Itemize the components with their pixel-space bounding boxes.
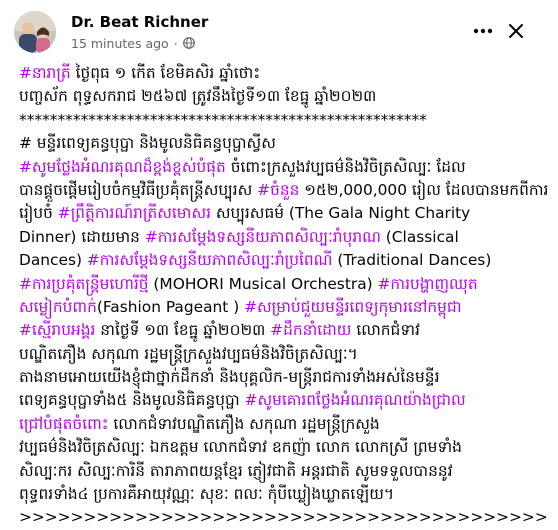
post-text: ថ្ងៃពុធ ១ កើត ខែមិគសិរ ឆ្នាំថោះ [70, 64, 261, 82]
post-text-line: Dinner) ដោយមាន #ការសម្តែងទស្សនីយភាពសិល្ប… [19, 226, 549, 249]
post-text-line: បញ្ចស័ក ពុទ្ធសករាជ ២៥៦៧ ត្រូវនឹងថ្ងៃទី១៣… [19, 85, 549, 108]
post-text-line: រៀបចំ #ព្រឹត្តិការណ៍រាត្រីសមោសរ សប្បុរសធ… [19, 202, 549, 225]
post-text-line: ****************************************… [19, 109, 549, 132]
separator-dot: · [173, 35, 178, 51]
post-text: ១៥២,000,000 រៀល ដែលបានមកពីការ [299, 180, 549, 199]
post-text: លោកជំទាវបណ្ឌិតភឿង សកុណា រដ្ឋមន្ត្រីក្រសួ… [108, 414, 380, 433]
post-text-line: សម្លៀកបំពាក់(Fashion Pageant ) #សម្រាប់ជ… [19, 296, 549, 319]
post-text: វប្បធម៌និងវិចិត្រសិល្បៈ ឯកឧត្តម លោកជំទាវ… [19, 438, 462, 457]
post-text: សប្បុរសធម៌ (The Gala Night Charity [211, 204, 471, 223]
post-text: (MOHORI Musical Orchestra) [148, 274, 378, 293]
post-text-line: # មន្ទីរពេទ្យគន្ធបុប្ផា និងមូលនិធិគន្ធបុ… [19, 132, 549, 155]
post-text: (Fashion Pageant ) [96, 297, 245, 316]
post-text: បណ្ឌិតភឿង សកុណា រដ្ឋមន្ត្រីក្រសួងវប្បធម៌… [19, 344, 358, 363]
post-author-name[interactable]: Dr. Beat Richner [71, 13, 208, 31]
post-meta: 15 minutes ago · [71, 35, 195, 51]
close-button[interactable] [503, 18, 529, 44]
post-body: #នារាត្រី ថ្ងៃពុធ ១ កើត ខែមិគសិរ ឆ្នាំថោ… [19, 62, 549, 530]
post-text: >>>>>>>>>>>>>>>>>>>>>>>>>>>>>>>>>>>>>>>>… [19, 508, 549, 527]
post-text: Dances) [19, 251, 87, 270]
hashtag-link[interactable]: សម្លៀកបំពាក់ [19, 298, 97, 316]
post-text: តាងនាមអោយយើងខ្ញុំជាថ្នាក់ដឹកនាំ និងបុគ្គ… [19, 368, 440, 387]
post-text: Dinner) ដោយមាន [19, 227, 145, 246]
post-text: រៀបចំ [19, 204, 58, 223]
post-text-line: #នារាត្រី ថ្ងៃពុធ ១ កើត ខែមិគសិរ ឆ្នាំថោ… [19, 62, 549, 85]
hashtag-link[interactable]: #ចំនួន [257, 181, 299, 199]
more-dots-icon [473, 28, 493, 34]
hashtag-link[interactable]: ជ្រៅបំផុតចំពោះ [19, 415, 109, 433]
post-text-line: ជ្រៅបំផុតចំពោះ លោកជំទាវបណ្ឌិតភឿង សកុណា រ… [19, 413, 549, 436]
close-icon [509, 24, 523, 38]
hashtag-link[interactable]: #សម្រាប់ជួយមន្ទីរពេទ្យកុមារនៅកម្ពុជា [244, 298, 461, 316]
more-options-button[interactable] [470, 18, 496, 44]
post-text: # មន្ទីរពេទ្យគន្ធបុប្ផា និងមូលនិធិគន្ធបុ… [19, 134, 276, 153]
hashtag-link[interactable]: #នារាត្រី [19, 64, 71, 82]
post-text-line: >>>>>>>>>>>>>>>>>>>>>>>>>>>>>>>>>>>>>>>>… [19, 506, 549, 529]
post-text: ពេទ្យគន្ធបុប្ផាទាំង៥ និងមូលនិធិគន្ធបុប្ផ… [19, 391, 245, 410]
hashtag-link[interactable]: #សូមថ្លែងអំណរគុណដ៏ខ្ពង់ខ្ពស់បំផុត [19, 158, 226, 176]
post-text: លោកជំទាវ [351, 321, 420, 340]
hashtag-link[interactable]: #ព្រឹត្តិការណ៍រាត្រីសមោសរ [58, 204, 211, 222]
post-text-line: #ការប្រគុំតន្ត្រីមហោរីថ្មី (MOHORI Music… [19, 273, 549, 296]
post-text-line: បណ្ឌិតភឿង សកុណា រដ្ឋមន្ត្រីក្រសួងវប្បធម៌… [19, 343, 549, 366]
hashtag-link[interactable]: #ការសម្តែងទស្សនីយភាពសិល្បៈរាំប្រពៃណី [87, 251, 333, 269]
hashtag-link[interactable]: #សូមគោរពថ្លែងអំណរគុណយ៉ាងជ្រាល [245, 391, 466, 409]
hashtag-link[interactable]: #ការបង្ហាញឈុត [378, 275, 478, 293]
post-text-line: #សូមថ្លែងអំណរគុណដ៏ខ្ពង់ខ្ពស់បំផុត ចំពោះក… [19, 156, 549, 179]
post-text-line: បានផ្តួចផ្តើមរៀបចំកម្មវិធីប្រគុំតន្ត្រីស… [19, 179, 549, 202]
post-text: បានផ្តួចផ្តើមរៀបចំកម្មវិធីប្រគុំតន្ត្រីស… [19, 180, 258, 199]
post-text-line: តាងនាមអោយយើងខ្ញុំជាថ្នាក់ដឹកនាំ និងបុគ្គ… [19, 366, 549, 389]
post-text: ពុទ្ធពរទាំង៤ ប្រការគឺអាយុវណ្ណៈ សុខៈ ពលៈ … [19, 485, 394, 504]
post-text-line: ពេទ្យគន្ធបុប្ផាទាំង៥ និងមូលនិធិគន្ធបុប្ផ… [19, 389, 549, 412]
post-text: ****************************************… [19, 110, 427, 129]
post-text-line: #ស្មើរាបអង្គរ នាថ្ងៃទី ១៣ ខែធ្នូ ឆ្នាំ២០… [19, 319, 549, 342]
hashtag-link[interactable]: #ស្មើរាបអង្គរ [19, 321, 95, 339]
avatar[interactable] [14, 11, 56, 53]
hashtag-link[interactable]: #ការសម្តែងទស្សនីយភាពសិល្បៈរាំបុរាណ [145, 228, 381, 246]
post-text-line: វប្បធម៌និងវិចិត្រសិល្បៈ ឯកឧត្តម លោកជំទាវ… [19, 436, 549, 459]
post-text-line: សិល្បៈករ សិល្បៈការិនី តារាភាពយន្តខ្មែរ ភ… [19, 460, 549, 483]
post-timestamp[interactable]: 15 minutes ago [71, 36, 169, 51]
post-header: Dr. Beat Richner 15 minutes ago · [0, 0, 558, 64]
post-text: បញ្ចស័ក ពុទ្ធសករាជ ២៥៦៧ ត្រូវនឹងថ្ងៃទី១៣… [19, 87, 377, 106]
post-text: ចំពោះក្រសួងវប្បធម៌និងវិចិត្រសិល្បៈ ដែល [225, 157, 466, 176]
post-text: នាថ្ងៃទី ១៣ ខែធ្នូ ឆ្នាំ២០២៣ [95, 321, 271, 340]
post-text: (Traditional Dances) [332, 251, 492, 270]
post-text: សិល្បៈករ សិល្បៈការិនី តារាភាពយន្តខ្មែរ ភ… [19, 461, 453, 480]
hashtag-link[interactable]: #ការប្រគុំតន្ត្រីមហោរីថ្មី [19, 275, 149, 293]
globe-icon[interactable] [182, 37, 195, 49]
post-text-line: Dances) #ការសម្តែងទស្សនីយភាពសិល្បៈរាំប្រ… [19, 249, 549, 272]
hashtag-link[interactable]: #ដឹកនាំដោយ [270, 321, 351, 339]
post-text: (Classical [380, 227, 459, 246]
